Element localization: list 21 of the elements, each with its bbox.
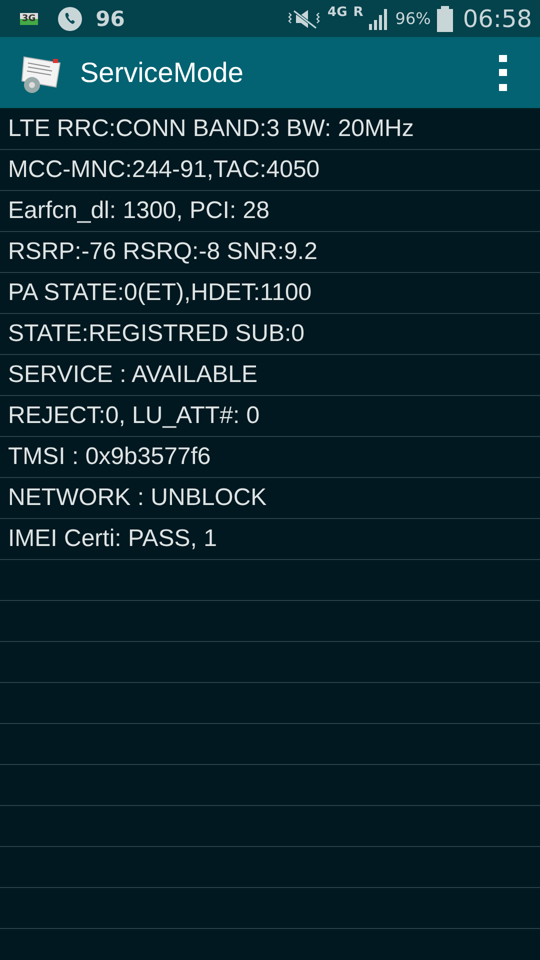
battery-icon <box>436 6 453 32</box>
info-line: TMSI : 0x9b3577f6 <box>8 443 211 471</box>
info-line: SERVICE : AVAILABLE <box>8 361 258 389</box>
phone-icon <box>58 6 82 30</box>
info-line: Earfcn_dl: 1300, PCI: 28 <box>8 197 270 225</box>
clock: 06:58 <box>462 4 532 32</box>
network-type: 4G <box>328 5 348 20</box>
info-line: REJECT:0, LU_ATT#: 0 <box>8 402 260 430</box>
battery-level: 96% <box>395 9 431 28</box>
info-line: LTE RRC:CONN BAND:3 BW: 20MHz <box>8 115 414 143</box>
overflow-menu-icon[interactable] <box>498 54 508 90</box>
info-line: RSRP:-76 RSRQ:-8 SNR:9.2 <box>8 238 318 266</box>
call-count: 96 <box>96 6 125 30</box>
roaming-indicator: R <box>353 5 364 20</box>
signal-icon <box>369 8 390 30</box>
info-line: NETWORK : UNBLOCK <box>8 484 267 512</box>
info-line: STATE:REGISTRED SUB:0 <box>8 320 304 348</box>
info-line: PA STATE:0(ET),HDET:1100 <box>8 279 312 307</box>
info-line: IMEI Certi: PASS, 1 <box>8 525 217 553</box>
app-title: ServiceMode <box>80 56 244 88</box>
info-line: MCC-MNC:244-91,TAC:4050 <box>8 156 320 184</box>
